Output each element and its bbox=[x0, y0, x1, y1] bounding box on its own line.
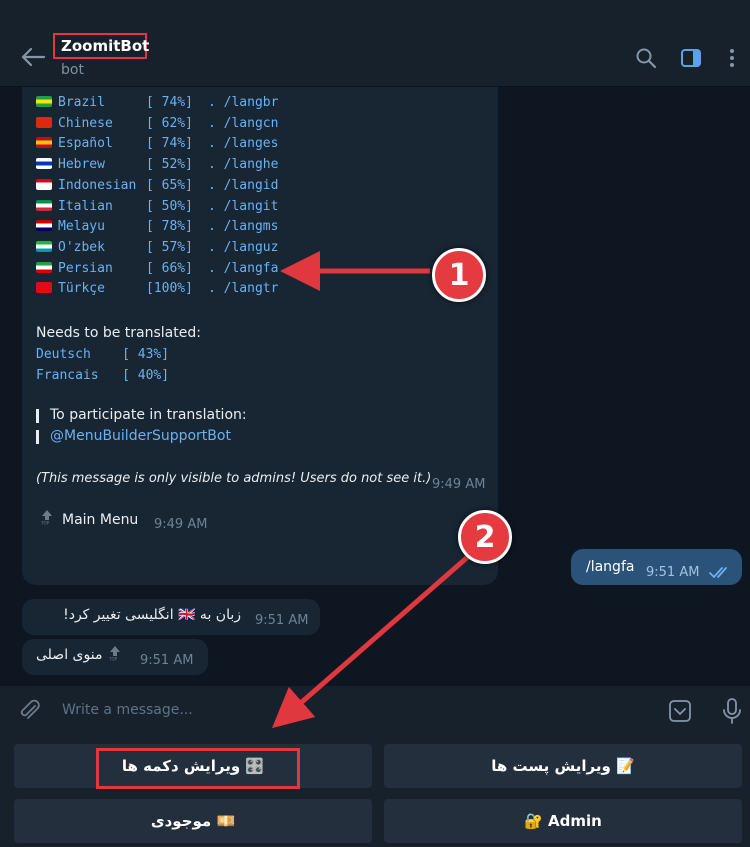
language-name: Brazil bbox=[58, 95, 105, 110]
language-row[interactable]: Türkçe [100%] . /langtr bbox=[36, 281, 278, 301]
flag-icon bbox=[36, 137, 52, 149]
language-row[interactable]: Italian [ 50%] . /langit bbox=[36, 199, 278, 219]
language-row[interactable]: Chinese [ 62%] . /langcn bbox=[36, 116, 278, 136]
language-row[interactable]: Español [ 74%] . /langes bbox=[36, 136, 278, 156]
window-top-bar bbox=[0, 0, 750, 28]
top-arrow-icon: TOP bbox=[40, 510, 52, 526]
language-percent: [ 78%] bbox=[146, 219, 193, 235]
admin-label: 🔐 Admin bbox=[524, 812, 602, 830]
language-percent: [100%] bbox=[146, 281, 193, 297]
language-name: Melayu bbox=[58, 219, 105, 235]
bot-keyboard-icon[interactable] bbox=[668, 699, 692, 723]
language-name: Türkçe bbox=[58, 281, 105, 297]
admin-button[interactable]: 🔐 Admin bbox=[384, 799, 742, 843]
bot-keyboard: ویرایش دکمه ها 🎛️ ویرایش پست ها 📝 موجودی… bbox=[0, 736, 750, 847]
language-command-link[interactable]: . /langid bbox=[208, 178, 278, 193]
message-list[interactable]: Brazil [ 74%] . /langbr Chinese [ 62%] . /lan… bbox=[0, 87, 750, 685]
annotation-badge-2: 2 bbox=[458, 510, 512, 564]
message-time: 9:49 AM bbox=[154, 517, 208, 532]
flag-icon bbox=[36, 158, 52, 170]
svg-text:TOP: TOP bbox=[40, 521, 50, 526]
balance-button[interactable]: موجودی 💴 bbox=[14, 799, 372, 843]
top-arrow-icon: TOP bbox=[108, 646, 120, 662]
attach-icon[interactable] bbox=[18, 699, 42, 723]
annotation-badge-1: 1 bbox=[432, 248, 486, 302]
balance-label: موجودی 💴 bbox=[150, 812, 236, 830]
needs-row: Francais [ 40%] bbox=[36, 368, 170, 383]
language-percent: [ 57%] bbox=[146, 239, 193, 255]
language-row[interactable]: Persian [ 66%] . /langfa bbox=[36, 261, 278, 281]
language-name: O'zbek bbox=[58, 239, 105, 255]
edit-posts-label: ویرایش پست ها 📝 bbox=[491, 757, 635, 775]
language-command-link[interactable]: . /languz bbox=[208, 240, 278, 255]
main-menu-fa-text: منوی اصلی bbox=[36, 647, 103, 663]
language-percent: [ 74%] bbox=[146, 95, 193, 110]
language-command-link[interactable]: . /langit bbox=[208, 199, 278, 214]
language-command-link[interactable]: . /langfa bbox=[208, 261, 278, 276]
microphone-icon[interactable] bbox=[720, 697, 744, 725]
chat-title[interactable]: ZoomitBot bbox=[61, 37, 149, 55]
flag-icon bbox=[36, 220, 52, 232]
language-row[interactable]: Melayu [ 78%] . /langms bbox=[36, 219, 278, 239]
language-percent: [ 52%] bbox=[146, 157, 193, 173]
admin-note: (This message is only visible to admins!… bbox=[36, 471, 432, 486]
flag-icon bbox=[36, 240, 52, 252]
language-command-link[interactable]: . /langtr bbox=[208, 281, 278, 296]
language-percent: [ 74%] bbox=[146, 136, 193, 152]
quote-bar bbox=[36, 430, 39, 444]
back-arrow-icon[interactable] bbox=[20, 46, 46, 68]
participate-text: To participate in translation: bbox=[50, 407, 247, 423]
language-name: Persian bbox=[58, 260, 113, 276]
needs-row: Deutsch [ 43%] bbox=[36, 347, 170, 362]
language-name: Chinese bbox=[58, 115, 113, 131]
message-input[interactable]: Write a message... bbox=[62, 702, 193, 718]
language-percent: [ 50%] bbox=[146, 198, 193, 214]
language-row[interactable]: O'zbek [ 57%] . /languz bbox=[36, 240, 278, 260]
language-command-link[interactable]: . /langes bbox=[208, 136, 278, 151]
flag-icon bbox=[36, 116, 52, 128]
flag-icon bbox=[36, 282, 52, 294]
read-check-icon bbox=[709, 567, 727, 579]
language-percent: [ 62%] bbox=[146, 115, 193, 131]
edit-posts-button[interactable]: ویرایش پست ها 📝 bbox=[384, 744, 742, 788]
message-time: 9:51 AM bbox=[255, 613, 309, 628]
message-time: 9:51 AM bbox=[140, 653, 194, 668]
flag-icon bbox=[36, 178, 52, 190]
language-name: Indonesian bbox=[58, 177, 137, 193]
language-name: Hebrew bbox=[58, 157, 105, 173]
language-command-link[interactable]: . /langhe bbox=[208, 157, 278, 172]
chat-subtitle: bot bbox=[61, 62, 84, 78]
side-panel-icon[interactable] bbox=[680, 47, 702, 69]
language-name: Italian bbox=[58, 198, 113, 214]
needs-translation-title: Needs to be translated: bbox=[36, 325, 201, 341]
chat-header: ZoomitBot bot bbox=[0, 28, 750, 87]
language-changed-text: زبان به 🇬🇧 انگلیسی تغییر کرد! bbox=[63, 607, 241, 623]
language-percent: [ 66%] bbox=[146, 260, 193, 276]
more-options-icon[interactable] bbox=[721, 47, 743, 69]
message-time: 9:51 AM bbox=[646, 565, 700, 580]
language-row[interactable]: Hebrew [ 52%] . /langhe bbox=[36, 157, 278, 177]
language-command-link[interactable]: . /langbr bbox=[208, 95, 278, 110]
search-icon[interactable] bbox=[635, 47, 657, 69]
message-time: 9:49 AM bbox=[432, 477, 486, 492]
quote-bar bbox=[36, 409, 39, 423]
edit-buttons-highlight-box bbox=[96, 748, 300, 789]
language-row[interactable]: Indonesian [ 65%] . /langid bbox=[36, 178, 278, 198]
support-bot-link[interactable]: @MenuBuilderSupportBot bbox=[50, 428, 231, 444]
flag-icon bbox=[36, 199, 52, 211]
compose-bar: Write a message... bbox=[0, 686, 750, 736]
flag-icon bbox=[36, 261, 52, 273]
language-command-link[interactable]: . /langcn bbox=[208, 116, 278, 131]
outgoing-text[interactable]: /langfa bbox=[586, 559, 634, 575]
flag-icon bbox=[36, 96, 52, 107]
language-percent: [ 65%] bbox=[146, 177, 193, 193]
language-row[interactable]: Brazil [ 74%] . /langbr bbox=[36, 95, 278, 115]
main-menu-text: Main Menu bbox=[62, 512, 139, 528]
language-name: Español bbox=[58, 136, 113, 152]
svg-text:TOP: TOP bbox=[108, 657, 118, 662]
language-command-link[interactable]: . /langms bbox=[208, 219, 278, 234]
